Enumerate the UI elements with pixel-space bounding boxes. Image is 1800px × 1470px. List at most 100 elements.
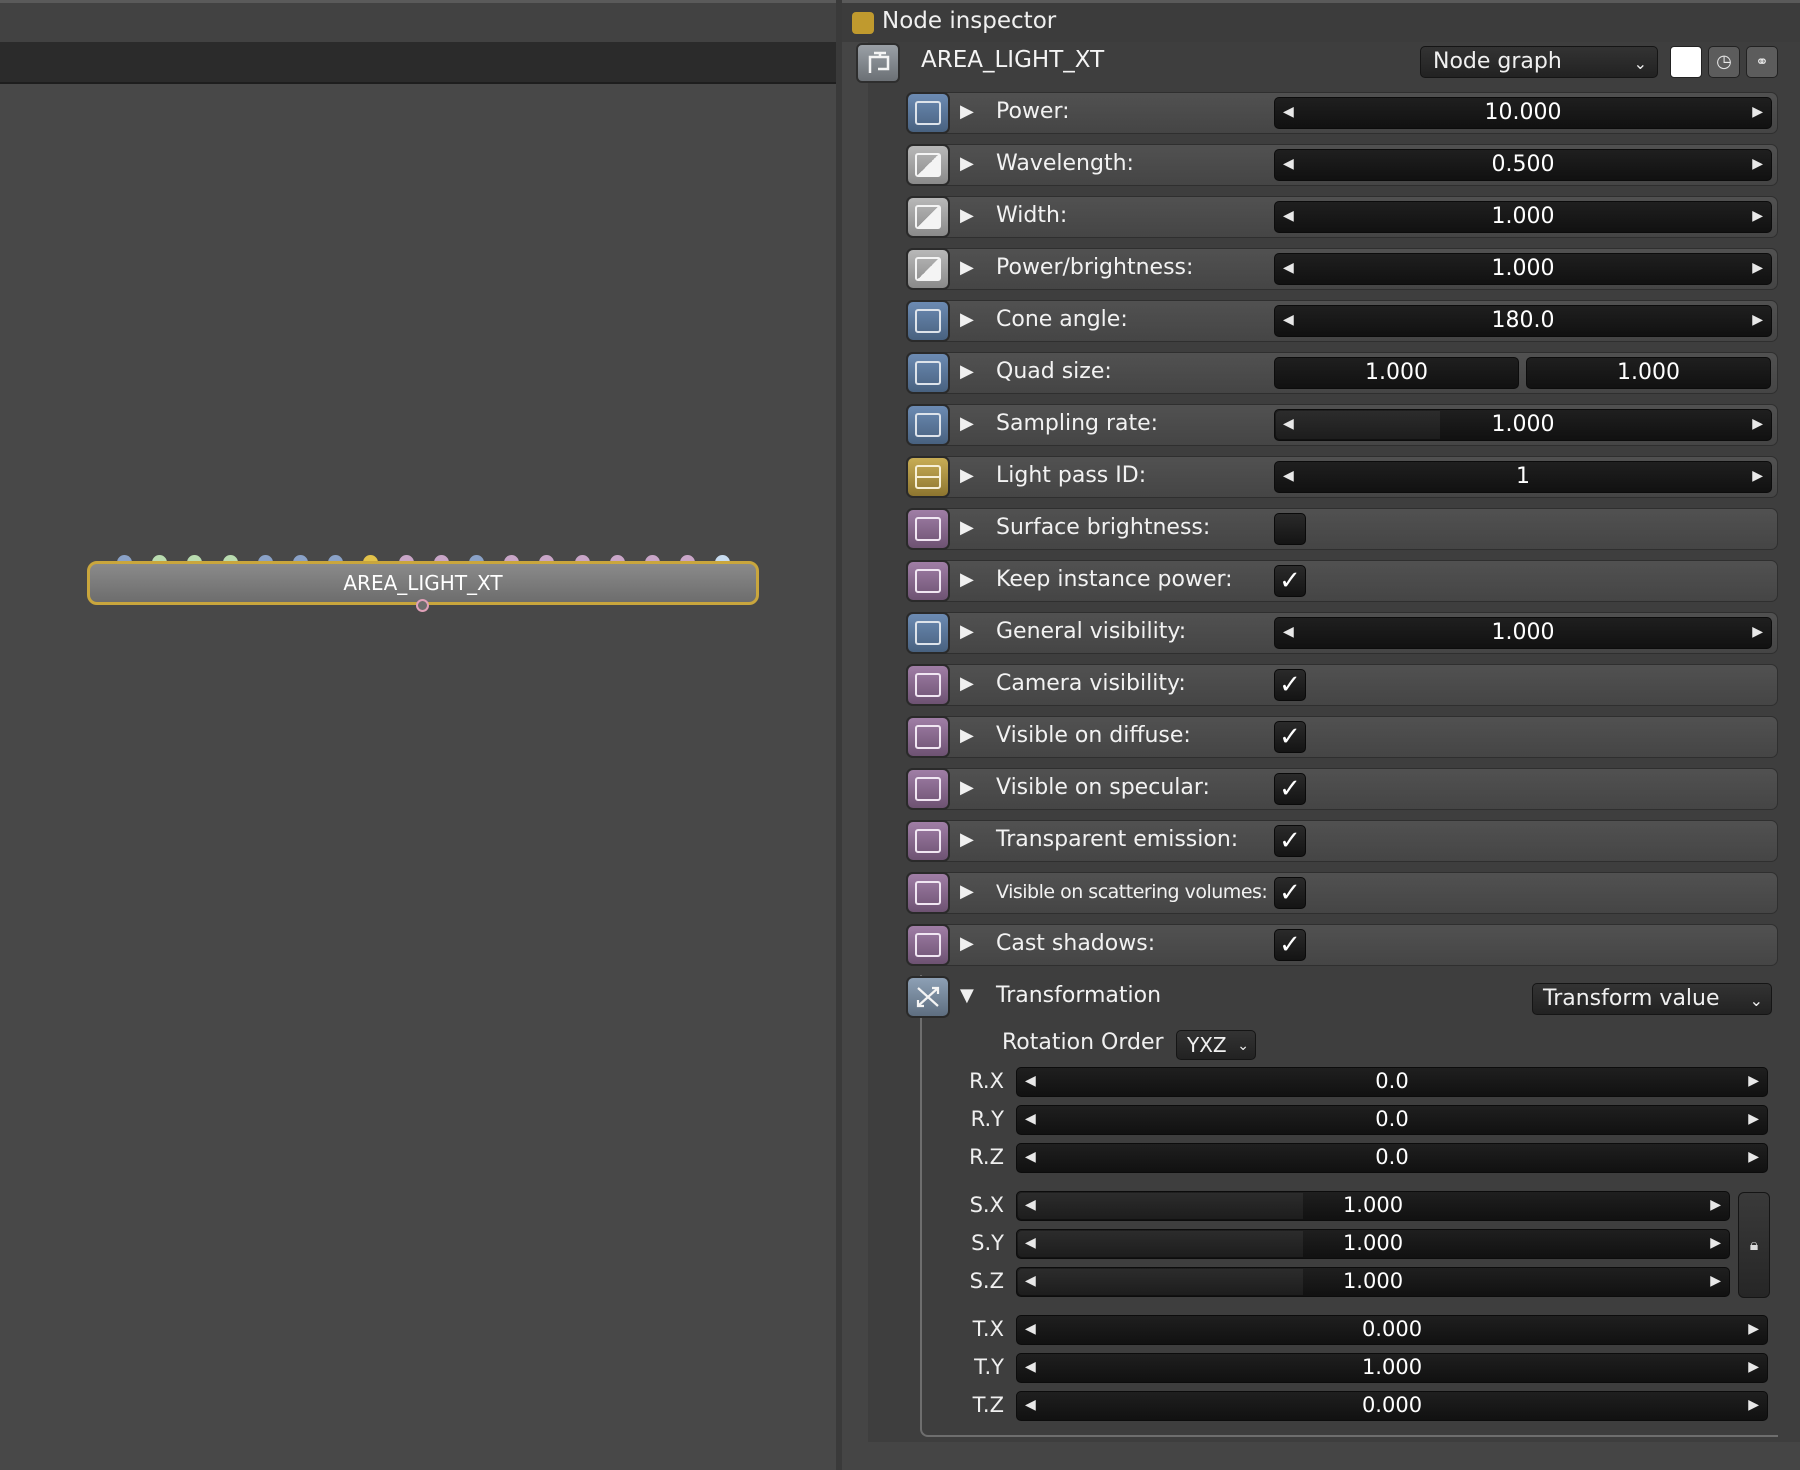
texture-pin-icon[interactable]: [906, 248, 950, 290]
increment-arrow-icon[interactable]: ▶: [1752, 416, 1763, 432]
node-color-swatch[interactable]: [1670, 46, 1702, 78]
quad-size-x-field[interactable]: 1.000: [1274, 357, 1519, 389]
float-pin-icon[interactable]: [906, 92, 950, 134]
increment-arrow-icon[interactable]: ▶: [1710, 1235, 1721, 1251]
translation-x-slider[interactable]: ◀ 0.000 ▶: [1016, 1315, 1768, 1345]
expand-arrow-icon[interactable]: ▶: [960, 101, 974, 122]
increment-arrow-icon[interactable]: ▶: [1752, 208, 1763, 224]
increment-arrow-icon[interactable]: ▶: [1752, 156, 1763, 172]
bool-pin-icon[interactable]: [906, 820, 950, 862]
clock-icon[interactable]: ◷: [1708, 46, 1740, 78]
rotation-y-slider[interactable]: ◀ 0.0 ▶: [1016, 1105, 1768, 1135]
width-slider[interactable]: ◀ 1.000 ▶: [1274, 201, 1772, 233]
bool-pin-icon[interactable]: [906, 872, 950, 914]
texture-pin-icon[interactable]: [906, 144, 950, 186]
param-label: Cone angle:: [996, 307, 1128, 332]
expand-arrow-icon[interactable]: ▶: [960, 933, 974, 954]
expand-arrow-icon[interactable]: ▶: [960, 413, 974, 434]
camera-visibility-checkbox[interactable]: ✓: [1274, 669, 1306, 701]
float-pin-icon[interactable]: [906, 612, 950, 654]
expand-arrow-icon[interactable]: ▶: [960, 517, 974, 538]
texture-pin-icon[interactable]: [906, 196, 950, 238]
bool-pin-icon[interactable]: [906, 560, 950, 602]
expand-arrow-icon[interactable]: ▶: [960, 153, 974, 174]
expand-arrow-icon[interactable]: ▶: [960, 777, 974, 798]
power-brightness-slider[interactable]: ◀ 1.000 ▶: [1274, 253, 1772, 285]
transparent-emission-checkbox[interactable]: ✓: [1274, 825, 1306, 857]
increment-arrow-icon[interactable]: ▶: [1710, 1197, 1721, 1213]
increment-arrow-icon[interactable]: ▶: [1710, 1273, 1721, 1289]
sampling-rate-slider[interactable]: ◀ 1.000 ▶: [1274, 409, 1772, 441]
expand-arrow-icon[interactable]: ▶: [960, 829, 974, 850]
translation-z-slider[interactable]: ◀ 0.000 ▶: [1016, 1391, 1768, 1421]
keep-instance-power-checkbox[interactable]: ✓: [1274, 565, 1306, 597]
slider-value: 1.000: [1491, 620, 1555, 645]
bool-pin-icon[interactable]: [906, 664, 950, 706]
visible-on-diffuse-checkbox[interactable]: ✓: [1274, 721, 1306, 753]
expand-arrow-icon[interactable]: ▶: [960, 621, 974, 642]
inspector-title: Node inspector: [882, 8, 1057, 34]
expand-arrow-icon[interactable]: ▶: [960, 881, 974, 902]
node-graph-pane: AREA_LIGHT_XT: [0, 0, 836, 1470]
node-output-pin[interactable]: [416, 599, 429, 612]
transform-mode-dropdown[interactable]: Transform value ⌄: [1532, 983, 1772, 1015]
scale-x-label: S.X: [969, 1193, 1004, 1217]
general-visibility-slider[interactable]: ◀ 1.000 ▶: [1274, 617, 1772, 649]
increment-arrow-icon[interactable]: ▶: [1748, 1111, 1759, 1127]
expand-arrow-icon[interactable]: ▶: [960, 569, 974, 590]
increment-arrow-icon[interactable]: ▶: [1752, 260, 1763, 276]
expand-arrow-icon[interactable]: ▶: [960, 257, 974, 278]
increment-arrow-icon[interactable]: ▶: [1752, 468, 1763, 484]
increment-arrow-icon[interactable]: ▶: [1748, 1073, 1759, 1089]
rotation-order-dropdown[interactable]: YXZ ⌄: [1176, 1030, 1256, 1060]
quad-size-y-field[interactable]: 1.000: [1526, 357, 1771, 389]
scale-y-slider[interactable]: ◀ 1.000 ▶: [1016, 1229, 1730, 1259]
chevron-down-icon: ⌄: [1749, 991, 1763, 1010]
bool-pin-icon[interactable]: [906, 768, 950, 810]
inspector-color-swatch: [852, 12, 874, 34]
cast-shadows-checkbox[interactable]: ✓: [1274, 929, 1306, 961]
graph-toolbar: [0, 42, 836, 84]
link-icon[interactable]: ⚭: [1746, 46, 1778, 78]
scale-z-slider[interactable]: ◀ 1.000 ▶: [1016, 1267, 1730, 1297]
lock-icon[interactable]: 🔒︎: [1738, 1192, 1770, 1298]
surface-brightness-checkbox[interactable]: [1274, 513, 1306, 545]
param-label: Keep instance power:: [996, 567, 1233, 592]
light-pass-id-slider[interactable]: ◀ 1 ▶: [1274, 461, 1772, 493]
expand-arrow-icon[interactable]: ▶: [960, 309, 974, 330]
increment-arrow-icon[interactable]: ▶: [1748, 1359, 1759, 1375]
node-graph-dropdown[interactable]: Node graph ⌄: [1420, 46, 1658, 78]
increment-arrow-icon[interactable]: ▶: [1752, 312, 1763, 328]
bool-pin-icon[interactable]: [906, 508, 950, 550]
cone-angle-slider[interactable]: ◀ 180.0 ▶: [1274, 305, 1772, 337]
expand-arrow-icon[interactable]: ▶: [960, 673, 974, 694]
float-pin-icon[interactable]: [906, 352, 950, 394]
transform-pin-icon[interactable]: [906, 976, 950, 1018]
increment-arrow-icon[interactable]: ▶: [1752, 624, 1763, 640]
scale-x-slider[interactable]: ◀ 1.000 ▶: [1016, 1191, 1730, 1221]
collapse-arrow-icon[interactable]: ▼: [960, 985, 974, 1006]
expand-arrow-icon[interactable]: ▶: [960, 725, 974, 746]
transform-mode-value: Transform value: [1543, 986, 1720, 1011]
expand-arrow-icon[interactable]: ▶: [960, 465, 974, 486]
graph-canvas[interactable]: [0, 84, 836, 1470]
rotation-x-slider[interactable]: ◀ 0.0 ▶: [1016, 1067, 1768, 1097]
increment-arrow-icon[interactable]: ▶: [1748, 1149, 1759, 1165]
rotation-z-slider[interactable]: ◀ 0.0 ▶: [1016, 1143, 1768, 1173]
increment-arrow-icon[interactable]: ▶: [1748, 1397, 1759, 1413]
bool-pin-icon[interactable]: [906, 716, 950, 758]
expand-arrow-icon[interactable]: ▶: [960, 361, 974, 382]
expand-arrow-icon[interactable]: ▶: [960, 205, 974, 226]
increment-arrow-icon[interactable]: ▶: [1748, 1321, 1759, 1337]
visible-on-scattering-volumes-checkbox[interactable]: ✓: [1274, 877, 1306, 909]
node-type-icon[interactable]: [856, 43, 900, 83]
translation-y-slider[interactable]: ◀ 1.000 ▶: [1016, 1353, 1768, 1383]
wavelength-slider[interactable]: ◀ 0.500 ▶: [1274, 149, 1772, 181]
power-slider[interactable]: ◀ 10.000 ▶: [1274, 97, 1772, 129]
int-pin-icon[interactable]: [906, 456, 950, 498]
increment-arrow-icon[interactable]: ▶: [1752, 104, 1763, 120]
float-pin-icon[interactable]: [906, 404, 950, 446]
visible-on-specular-checkbox[interactable]: ✓: [1274, 773, 1306, 805]
bool-pin-icon[interactable]: [906, 924, 950, 966]
float-pin-icon[interactable]: [906, 300, 950, 342]
